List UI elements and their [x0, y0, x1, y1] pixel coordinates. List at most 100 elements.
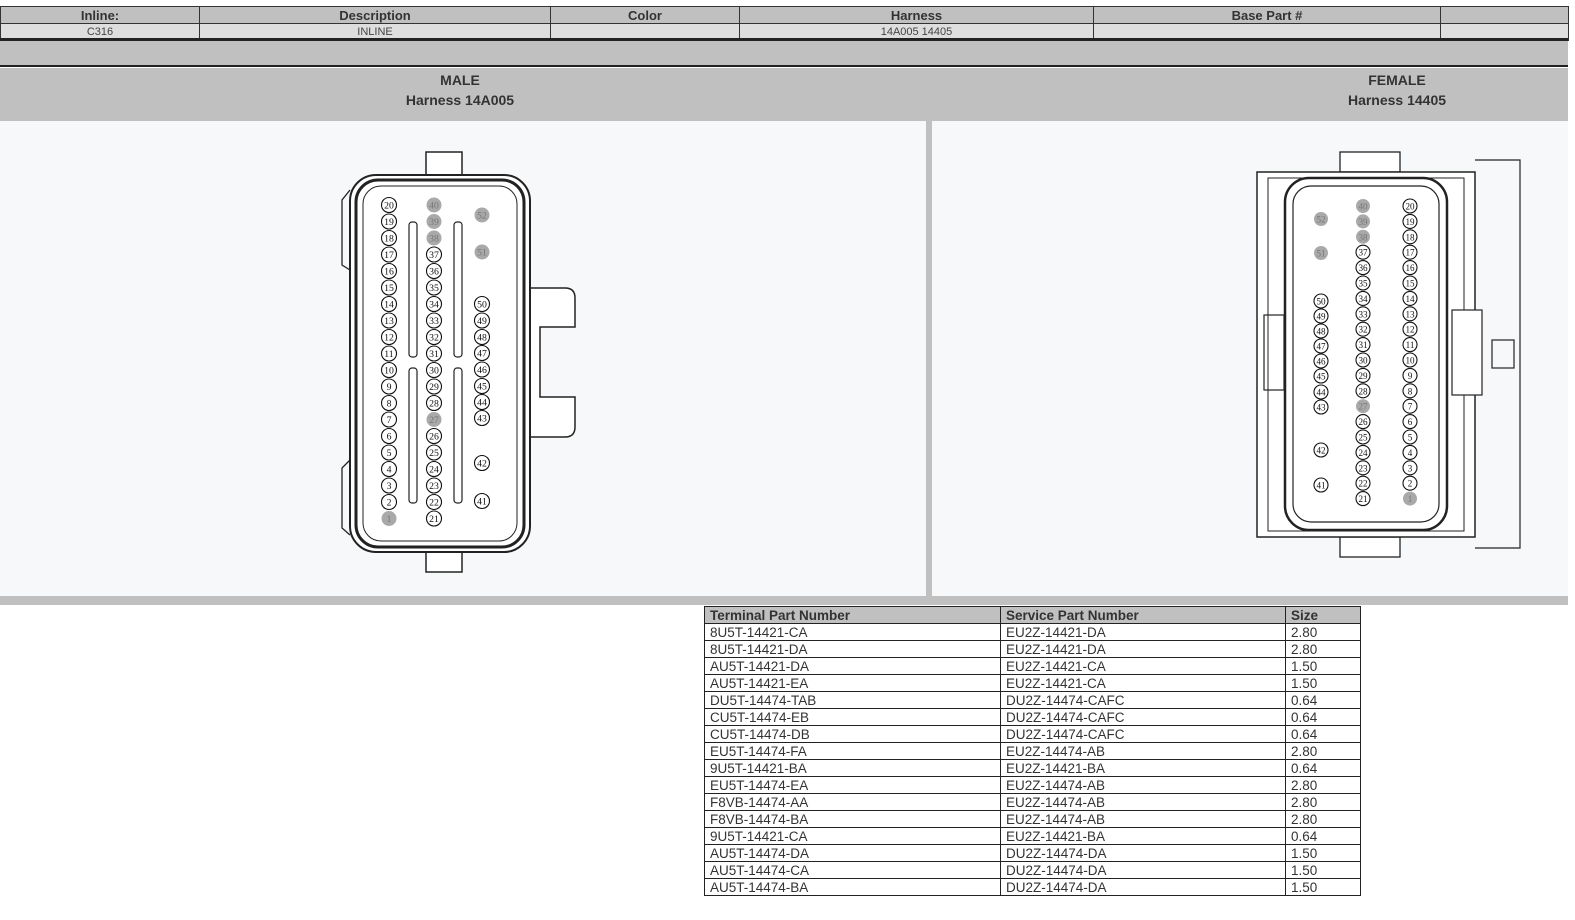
- svg-text:19: 19: [384, 217, 394, 228]
- pin-5: 5: [1402, 429, 1418, 445]
- terminal-part-cell: AU5T-14474-DA: [704, 844, 1001, 862]
- svg-text:5: 5: [387, 448, 392, 459]
- pin-51: 51: [474, 244, 490, 260]
- svg-text:49: 49: [477, 316, 487, 327]
- svg-text:1: 1: [387, 514, 392, 525]
- col-size: Size: [1285, 606, 1361, 624]
- pin-43: 43: [473, 409, 491, 427]
- service-part-cell: EU2Z-14421-BA: [1000, 759, 1286, 777]
- size-cell: 0.64: [1285, 691, 1361, 709]
- size-cell: 1.50: [1285, 657, 1361, 675]
- female-connector-face: [1256, 151, 1521, 558]
- svg-text:51: 51: [477, 248, 487, 259]
- svg-text:41: 41: [1316, 481, 1325, 491]
- svg-text:47: 47: [1316, 342, 1326, 352]
- svg-text:10: 10: [1405, 356, 1415, 366]
- pin-43: 43: [1313, 399, 1329, 415]
- svg-text:11: 11: [1406, 340, 1415, 350]
- svg-text:35: 35: [429, 283, 439, 294]
- table-row: F8VB-14474-AA EU2Z-14474-AB 2.80: [704, 793, 1361, 811]
- table-row: CU5T-14474-DB DU2Z-14474-CAFC 0.64: [704, 725, 1361, 743]
- svg-text:6: 6: [387, 432, 392, 443]
- svg-text:1: 1: [1408, 494, 1413, 504]
- pin-24: 24: [425, 460, 443, 478]
- pin-49: 49: [473, 312, 491, 329]
- pin-33: 33: [425, 312, 443, 329]
- svg-text:44: 44: [477, 398, 487, 409]
- pin-41: 41: [473, 492, 491, 510]
- pin-47: 47: [473, 344, 491, 362]
- table-row: 8U5T-14421-CA EU2Z-14421-DA 2.80: [704, 623, 1361, 641]
- svg-text:18: 18: [1405, 232, 1415, 242]
- pin-30: 30: [1355, 352, 1371, 368]
- terminal-part-cell: F8VB-14474-BA: [704, 810, 1001, 828]
- pin-23: 23: [425, 477, 443, 494]
- pin-51: 51: [1314, 246, 1328, 260]
- table-row: 8U5T-14421-DA EU2Z-14421-DA 2.80: [704, 640, 1361, 658]
- svg-text:12: 12: [384, 333, 394, 344]
- size-cell: 2.80: [1285, 776, 1361, 794]
- size-cell: 1.50: [1285, 844, 1361, 862]
- svg-text:5: 5: [1408, 433, 1413, 443]
- pin-45: 45: [1313, 368, 1329, 384]
- service-part-cell: DU2Z-14474-DA: [1000, 878, 1286, 896]
- svg-text:2: 2: [387, 498, 392, 509]
- size-cell: 2.80: [1285, 640, 1361, 658]
- size-cell: 2.80: [1285, 810, 1361, 828]
- pin-31: 31: [1355, 337, 1371, 353]
- size-cell: 0.64: [1285, 725, 1361, 743]
- svg-text:38: 38: [1358, 232, 1368, 242]
- svg-text:37: 37: [1358, 248, 1368, 258]
- latch-button: [1491, 339, 1515, 369]
- size-cell: 1.50: [1285, 674, 1361, 692]
- terminal-part-cell: CU5T-14474-EB: [704, 708, 1001, 726]
- svg-text:8: 8: [387, 399, 392, 410]
- pin-27: 27: [426, 412, 442, 427]
- service-part-cell: EU2Z-14421-DA: [1000, 623, 1286, 641]
- pin-26: 26: [425, 427, 443, 445]
- pin-12: 12: [1402, 321, 1418, 337]
- svg-text:11: 11: [384, 349, 394, 360]
- svg-text:24: 24: [1358, 448, 1368, 458]
- table-row: AU5T-14421-DA EU2Z-14421-CA 1.50: [704, 657, 1361, 675]
- svg-text:9: 9: [1408, 371, 1413, 381]
- right-latch: [1451, 309, 1483, 396]
- svg-text:38: 38: [429, 234, 439, 245]
- svg-text:40: 40: [429, 201, 439, 212]
- pin-1: 1: [1403, 491, 1417, 506]
- pin-30: 30: [425, 361, 443, 379]
- pin-16: 16: [1402, 260, 1418, 276]
- col-terminal-part: Terminal Part Number: [704, 606, 1001, 624]
- pin-38: 38: [1356, 229, 1370, 244]
- pin-45: 45: [473, 377, 491, 395]
- terminal-part-cell: AU5T-14421-EA: [704, 674, 1001, 692]
- pin-1: 1: [381, 511, 397, 526]
- table-row: DU5T-14474-TAB DU2Z-14474-CAFC 0.64: [704, 691, 1361, 709]
- svg-text:35: 35: [1358, 279, 1368, 289]
- pin-8: 8: [1402, 383, 1418, 399]
- pin-10: 10: [380, 361, 398, 379]
- service-part-cell: EU2Z-14474-AB: [1000, 810, 1286, 828]
- pin-23: 23: [1355, 460, 1371, 476]
- pin-31: 31: [425, 345, 443, 362]
- svg-text:46: 46: [477, 365, 487, 376]
- pin-29: 29: [425, 378, 443, 395]
- pin-12: 12: [380, 328, 398, 346]
- pin-10: 10: [1402, 352, 1418, 368]
- pin-39: 39: [1356, 214, 1370, 229]
- svg-text:28: 28: [1358, 386, 1368, 396]
- svg-text:39: 39: [1358, 217, 1368, 227]
- table-row: 9U5T-14421-BA EU2Z-14421-BA 0.64: [704, 759, 1361, 777]
- pin-46: 46: [1313, 353, 1329, 369]
- svg-text:7: 7: [1408, 402, 1413, 412]
- pin-17: 17: [1402, 244, 1418, 260]
- pin-11: 11: [1402, 337, 1418, 353]
- svg-text:27: 27: [429, 415, 439, 426]
- svg-text:47: 47: [477, 349, 487, 360]
- svg-text:21: 21: [1358, 494, 1367, 504]
- svg-text:20: 20: [1405, 202, 1415, 212]
- pin-15: 15: [1402, 275, 1418, 291]
- table-row: AU5T-14474-BA DU2Z-14474-DA 1.50: [704, 878, 1361, 896]
- size-cell: 1.50: [1285, 861, 1361, 879]
- svg-text:42: 42: [477, 459, 487, 470]
